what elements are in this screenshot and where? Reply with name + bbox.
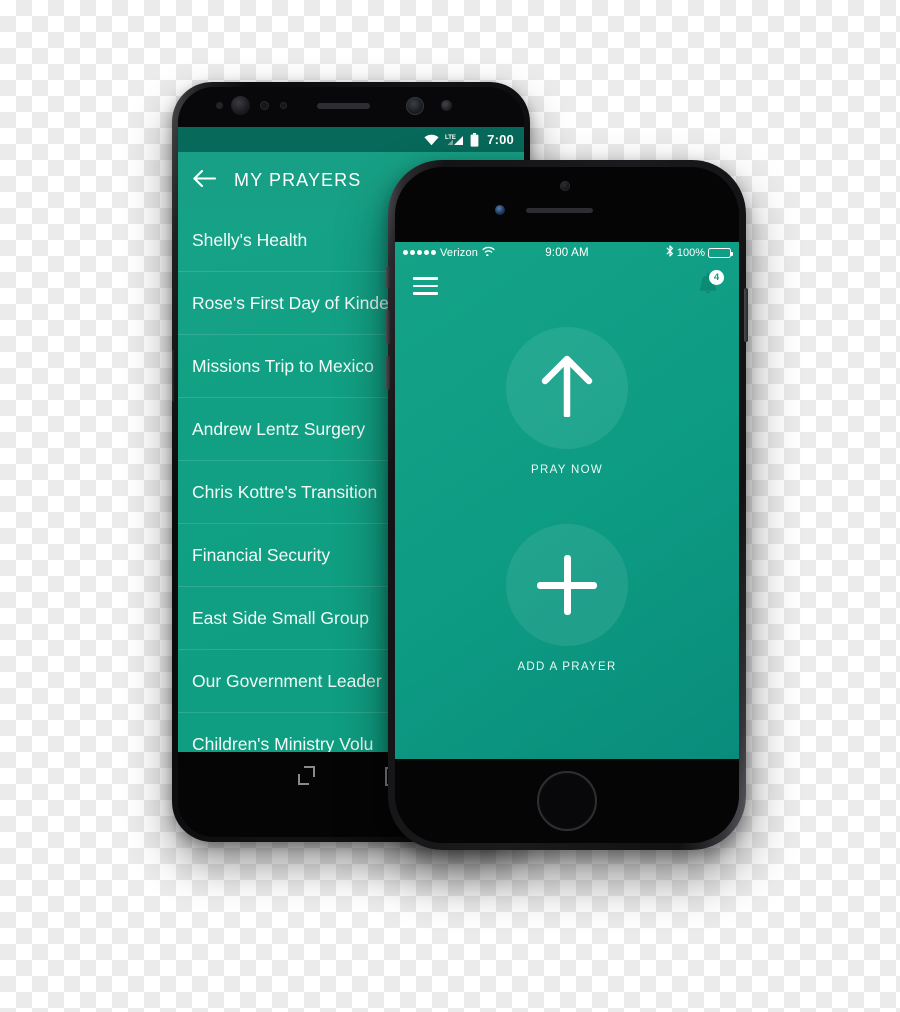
android-iris-scanner-icon — [231, 96, 250, 115]
android-sensor-icon — [216, 102, 223, 109]
android-status-bar: LTE 7:00 — [178, 127, 524, 152]
android-proximity-sensor-icon — [260, 101, 269, 110]
ios-nav-row: 4 — [395, 263, 739, 309]
iphone-mockup: Verizon 9:00 AM 100% 4 PRAY NOW ADD A PR… — [386, 160, 748, 850]
wifi-icon — [424, 134, 439, 146]
iphone-volume-down-button[interactable] — [386, 356, 390, 390]
android-led-indicator-icon — [441, 100, 452, 111]
iphone-earpiece-speaker — [526, 208, 593, 213]
iphone-screen: Verizon 9:00 AM 100% 4 PRAY NOW ADD A PR… — [395, 242, 739, 759]
arrow-up-icon — [540, 355, 594, 422]
iphone-mute-switch[interactable] — [386, 266, 390, 288]
iphone-top-bezel — [395, 167, 739, 242]
iphone-bottom-bezel — [395, 759, 739, 843]
android-earpiece-speaker — [317, 103, 370, 109]
recents-icon[interactable] — [298, 766, 315, 785]
iphone-proximity-sensor-icon — [560, 181, 570, 191]
add-prayer-circle[interactable] — [506, 524, 628, 646]
android-top-bezel — [178, 87, 524, 127]
battery-icon — [470, 132, 479, 147]
ios-status-bar: Verizon 9:00 AM 100% — [395, 242, 739, 263]
battery-icon — [708, 247, 733, 258]
ios-main-content: PRAY NOW ADD A PRAYER — [395, 309, 739, 759]
plus-icon — [537, 555, 597, 615]
pray-now-label: PRAY NOW — [531, 464, 603, 476]
iphone-front-camera-icon — [495, 205, 505, 215]
android-light-sensor-icon — [280, 102, 287, 109]
pray-now-button[interactable]: PRAY NOW — [506, 327, 628, 476]
add-a-prayer-button[interactable]: ADD A PRAYER — [506, 524, 628, 673]
android-clock: 7:00 — [487, 132, 514, 147]
back-arrow-icon[interactable] — [192, 169, 217, 193]
ios-clock: 9:00 AM — [545, 246, 589, 259]
lte-signal-icon: LTE — [445, 133, 464, 146]
android-power-button[interactable] — [172, 350, 174, 402]
iphone-volume-up-button[interactable] — [386, 310, 390, 344]
notification-bell-icon[interactable]: 4 — [695, 270, 724, 300]
signal-dots-icon — [403, 250, 436, 255]
battery-percent-label: 100% — [676, 246, 705, 259]
page-title: MY PRAYERS — [234, 170, 362, 190]
carrier-label: Verizon — [440, 246, 479, 259]
iphone-body: Verizon 9:00 AM 100% 4 PRAY NOW ADD A PR… — [395, 167, 739, 843]
hamburger-menu-icon[interactable] — [413, 277, 438, 295]
mockup-stage: LTE 7:00 MY PRAYERS Shelly's Health Rose… — [0, 0, 900, 1012]
iphone-home-button[interactable] — [537, 771, 597, 831]
add-a-prayer-label: ADD A PRAYER — [517, 661, 617, 673]
bluetooth-icon — [666, 245, 674, 260]
svg-text:LTE: LTE — [445, 135, 456, 141]
pray-now-circle[interactable] — [506, 327, 628, 449]
android-front-camera-icon — [406, 97, 424, 115]
iphone-power-button[interactable] — [744, 288, 748, 342]
wifi-icon — [482, 246, 495, 259]
notification-badge: 4 — [709, 270, 724, 285]
